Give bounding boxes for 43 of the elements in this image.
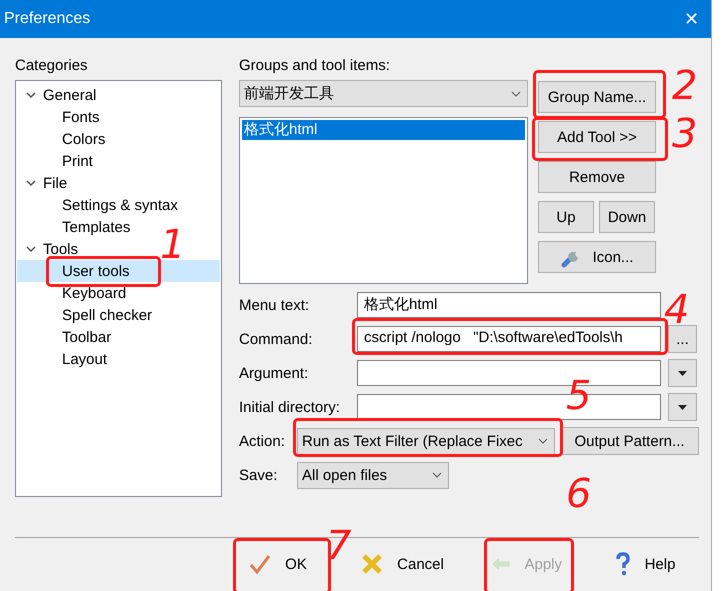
- tool-button[interactable]: Remove: [538, 161, 656, 193]
- list-item[interactable]: 格式化html: [242, 120, 525, 140]
- field-label: Command:: [239, 330, 314, 348]
- output-pattern-button[interactable]: Output Pattern...: [560, 427, 699, 455]
- dialog-button[interactable]: OK: [238, 548, 318, 580]
- tree-item[interactable]: File: [43, 174, 68, 192]
- input-field[interactable]: 格式化html: [357, 292, 661, 318]
- group-dropdown[interactable]: 前端开发工具: [239, 80, 528, 107]
- annotation-number: 7: [326, 526, 352, 566]
- tree-item[interactable]: Print: [17, 150, 220, 172]
- field-label: Menu text:: [239, 296, 310, 314]
- field-label: Initial directory:: [239, 398, 341, 416]
- tool-button[interactable]: Group Name...: [538, 81, 656, 113]
- window-title: Preferences: [4, 10, 90, 28]
- tool-button[interactable]: Add Tool >>: [538, 121, 656, 153]
- input-field[interactable]: cscript /nologo "D:\software\edTools\h: [357, 326, 661, 352]
- tree-item[interactable]: User tools: [17, 260, 220, 282]
- tree-item[interactable]: Tools: [43, 240, 78, 258]
- dialog-button[interactable]: Cancel: [355, 548, 450, 580]
- browse-button[interactable]: ...: [668, 325, 697, 353]
- field-label: Action:: [239, 432, 286, 450]
- dialog-button[interactable]: Help: [600, 548, 690, 580]
- tool-button[interactable]: Up: [538, 201, 594, 233]
- action-dropdown[interactable]: Run as Text Filter (Replace Fixec: [297, 428, 555, 454]
- categories-label: Categories: [15, 57, 89, 74]
- tree-item[interactable]: Toolbar: [17, 326, 220, 348]
- tree-item[interactable]: Spell checker: [17, 304, 220, 326]
- groups-label: Groups and tool items:: [239, 57, 391, 74]
- field-label: Argument:: [239, 364, 310, 382]
- tree-item[interactable]: Settings & syntax: [17, 194, 220, 216]
- tree-item[interactable]: Colors: [17, 128, 220, 150]
- save-dropdown[interactable]: All open files: [297, 462, 449, 488]
- field-label: Save:: [239, 466, 278, 484]
- tool-button[interactable]: Icon...: [538, 241, 656, 273]
- close-button[interactable]: ✕: [684, 8, 700, 30]
- tree-item[interactable]: General: [43, 86, 96, 104]
- annotation-number: 3: [672, 114, 698, 154]
- tree-item[interactable]: Keyboard: [17, 282, 220, 304]
- annotation-number: 6: [566, 474, 592, 514]
- tree-item[interactable]: Layout: [17, 348, 220, 370]
- annotation-number: 2: [672, 66, 698, 106]
- tool-button[interactable]: Down: [599, 201, 655, 233]
- tree-item[interactable]: Fonts: [17, 106, 220, 128]
